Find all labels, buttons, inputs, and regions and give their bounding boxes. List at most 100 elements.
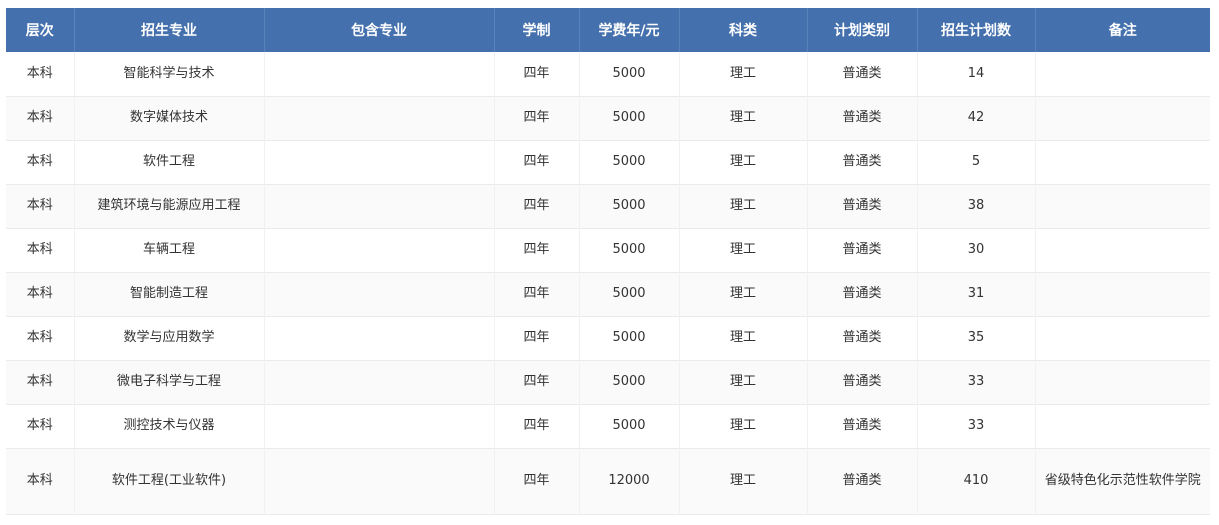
cell-plan-count: 33: [917, 404, 1036, 448]
header-remarks: 备注: [1108, 23, 1137, 39]
cell-category: 理工: [679, 316, 808, 360]
cell-major: 数学与应用数学: [74, 316, 265, 360]
cell-plan-count: 33: [917, 360, 1036, 404]
cell-level: 本科: [6, 404, 75, 448]
cell-plan-type: 普通类: [807, 52, 918, 96]
cell-duration: 四年: [494, 96, 580, 140]
table-row: 本科 微电子科学与工程 四年 5000 理工 普通类 33: [6, 360, 1210, 404]
header-plan-count: 招生计划数: [917, 8, 1036, 52]
cell-remarks: [1035, 140, 1210, 184]
cell-remarks: [1035, 316, 1210, 360]
cell-remarks: [1035, 228, 1210, 272]
cell-plan-type: 普通类: [807, 360, 918, 404]
cell-major: 车辆工程: [74, 228, 265, 272]
cell-category: 理工: [679, 140, 808, 184]
cell-included-majors: [264, 448, 495, 514]
cell-remarks: [1035, 184, 1210, 228]
header-row: 层次 招生专业 包含专业 学制 学费年/元 科类 计划类别 招生计划数 备注: [6, 8, 1210, 52]
cell-tuition: 5000: [579, 360, 680, 404]
cell-duration: 四年: [494, 360, 580, 404]
cell-category: 理工: [679, 184, 808, 228]
cell-remarks: [1035, 404, 1210, 448]
table-row: 本科 建筑环境与能源应用工程 四年 5000 理工 普通类 38: [6, 184, 1210, 228]
header-category: 科类: [679, 8, 808, 52]
admissions-table-container: 层次 招生专业 包含专业 学制 学费年/元 科类 计划类别 招生计划数 备注 本…: [6, 8, 1210, 515]
cell-included-majors: [264, 316, 495, 360]
cell-category: 理工: [679, 272, 808, 316]
cell-tuition: 5000: [579, 184, 680, 228]
cell-duration: 四年: [494, 316, 580, 360]
cell-plan-count: 38: [917, 184, 1036, 228]
cell-duration: 四年: [494, 52, 580, 96]
cell-tuition: 5000: [579, 96, 680, 140]
cell-major: 智能科学与技术: [74, 52, 265, 96]
table-row: 本科 智能科学与技术 四年 5000 理工 普通类 14: [6, 52, 1210, 96]
cell-plan-count: 410: [917, 448, 1036, 514]
cell-remarks: [1035, 96, 1210, 140]
cell-major: 数字媒体技术: [74, 96, 265, 140]
cell-duration: 四年: [494, 272, 580, 316]
table-row: 本科 数学与应用数学 四年 5000 理工 普通类 35: [6, 316, 1210, 360]
header-duration: 学制: [494, 8, 580, 52]
cell-plan-count: 30: [917, 228, 1036, 272]
cell-duration: 四年: [494, 448, 580, 514]
cell-level: 本科: [6, 140, 75, 184]
admissions-plan-table: 层次 招生专业 包含专业 学制 学费年/元 科类 计划类别 招生计划数 备注 本…: [6, 8, 1210, 515]
cell-tuition: 5000: [579, 316, 680, 360]
cell-plan-type: 普通类: [807, 316, 918, 360]
cell-tuition: 5000: [579, 140, 680, 184]
table-body: 本科 智能科学与技术 四年 5000 理工 普通类 14 本科 数字媒体技术 四…: [6, 52, 1210, 514]
cell-category: 理工: [679, 228, 808, 272]
cell-tuition: 12000: [579, 448, 680, 514]
header-level: 层次: [6, 8, 75, 52]
header-plan-type: 计划类别: [807, 8, 918, 52]
cell-plan-count: 5: [917, 140, 1036, 184]
table-header: 层次 招生专业 包含专业 学制 学费年/元 科类 计划类别 招生计划数 备注: [6, 8, 1210, 52]
cell-plan-type: 普通类: [807, 140, 918, 184]
cell-tuition: 5000: [579, 272, 680, 316]
cell-included-majors: [264, 228, 495, 272]
cell-included-majors: [264, 272, 495, 316]
cell-duration: 四年: [494, 404, 580, 448]
cell-plan-type: 普通类: [807, 184, 918, 228]
cell-remarks: [1035, 52, 1210, 96]
cell-category: 理工: [679, 52, 808, 96]
cell-plan-type: 普通类: [807, 228, 918, 272]
cell-level: 本科: [6, 52, 75, 96]
cell-category: 理工: [679, 360, 808, 404]
table-row: 本科 数字媒体技术 四年 5000 理工 普通类 42: [6, 96, 1210, 140]
cell-category: 理工: [679, 448, 808, 514]
header-included-majors: 包含专业: [264, 8, 495, 52]
cell-plan-count: 31: [917, 272, 1036, 316]
cell-plan-type: 普通类: [807, 272, 918, 316]
cell-tuition: 5000: [579, 228, 680, 272]
table-row: 本科 软件工程 四年 5000 理工 普通类 5: [6, 140, 1210, 184]
cell-plan-count: 35: [917, 316, 1036, 360]
table-row: 本科 车辆工程 四年 5000 理工 普通类 30: [6, 228, 1210, 272]
cell-level: 本科: [6, 360, 75, 404]
cell-level: 本科: [6, 96, 75, 140]
cell-included-majors: [264, 404, 495, 448]
cell-major: 建筑环境与能源应用工程: [74, 184, 265, 228]
table-row: 本科 测控技术与仪器 四年 5000 理工 普通类 33: [6, 404, 1210, 448]
cell-plan-count: 14: [917, 52, 1036, 96]
cell-major: 微电子科学与工程: [74, 360, 265, 404]
cell-plan-type: 普通类: [807, 96, 918, 140]
cell-level: 本科: [6, 184, 75, 228]
cell-plan-count: 42: [917, 96, 1036, 140]
cell-major: 软件工程: [74, 140, 265, 184]
header-tuition: 学费年/元: [579, 8, 680, 52]
cell-duration: 四年: [494, 184, 580, 228]
cell-remarks: [1035, 360, 1210, 404]
cell-included-majors: [264, 360, 495, 404]
cell-level: 本科: [6, 448, 75, 514]
cell-major: 软件工程(工业软件): [74, 448, 265, 514]
cell-tuition: 5000: [579, 52, 680, 96]
cell-duration: 四年: [494, 228, 580, 272]
cell-tuition: 5000: [579, 404, 680, 448]
cell-duration: 四年: [494, 140, 580, 184]
cell-remarks: [1035, 272, 1210, 316]
cell-level: 本科: [6, 272, 75, 316]
cell-included-majors: [264, 52, 495, 96]
cell-included-majors: [264, 96, 495, 140]
